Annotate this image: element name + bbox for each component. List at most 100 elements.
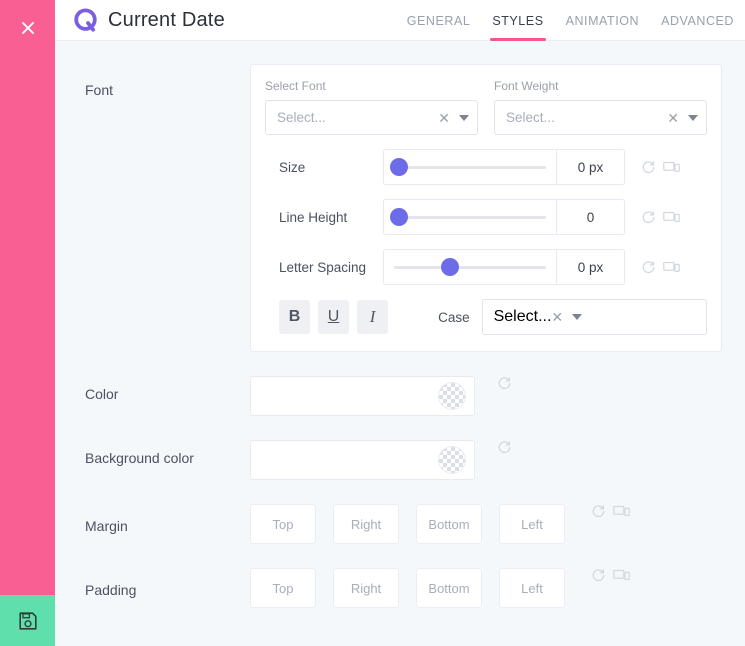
font-row: Font Select Font Select... ✕ Font Weight… bbox=[55, 64, 745, 352]
margin-inputs: Top Right Bottom Left bbox=[250, 504, 565, 544]
line-height-slider[interactable] bbox=[384, 200, 556, 234]
transparent-checker-icon bbox=[439, 383, 465, 409]
case-dropdown[interactable]: Select... ✕ bbox=[481, 299, 708, 335]
device-icon[interactable] bbox=[663, 210, 680, 225]
size-value[interactable]: 0 px bbox=[556, 150, 624, 184]
case-label: Case bbox=[438, 309, 470, 325]
reset-icon[interactable] bbox=[641, 210, 656, 225]
letter-spacing-row-icons bbox=[641, 260, 680, 275]
clear-x-icon[interactable]: ✕ bbox=[551, 310, 563, 324]
transparent-checker-icon bbox=[439, 447, 465, 473]
padding-left-input[interactable]: Left bbox=[499, 568, 565, 608]
padding-top-input[interactable]: Top bbox=[250, 568, 316, 608]
font-weight-field: Font Weight Select... ✕ bbox=[494, 79, 707, 135]
tab-styles[interactable]: STYLES bbox=[481, 0, 554, 41]
slider-thumb[interactable] bbox=[441, 258, 460, 276]
font-card-selects: Select Font Select... ✕ Font Weight Sele… bbox=[265, 79, 707, 135]
size-slider-row: Size 0 px bbox=[265, 149, 707, 185]
select-font-field: Select Font Select... ✕ bbox=[265, 79, 478, 135]
select-font-label: Select Font bbox=[265, 79, 326, 93]
margin-left-input[interactable]: Left bbox=[499, 504, 565, 544]
letter-spacing-slider-box: 0 px bbox=[383, 249, 625, 285]
reset-icon[interactable] bbox=[591, 568, 606, 583]
underline-label: U bbox=[327, 308, 340, 325]
background-color-row: Background color bbox=[55, 440, 745, 480]
italic-button[interactable]: I bbox=[357, 300, 389, 334]
background-color-swatch[interactable] bbox=[250, 440, 475, 480]
tab-bar: GENERAL STYLES ANIMATION ADVANCED bbox=[396, 0, 745, 41]
color-swatch[interactable] bbox=[250, 376, 475, 416]
size-slider-box: 0 px bbox=[383, 149, 625, 185]
device-icon[interactable] bbox=[663, 260, 680, 275]
padding-bottom-input[interactable]: Bottom bbox=[416, 568, 482, 608]
chevron-down-icon[interactable] bbox=[572, 314, 583, 320]
padding-row-label: Padding bbox=[85, 582, 137, 598]
letter-spacing-value[interactable]: 0 px bbox=[556, 250, 624, 284]
margin-row-icons bbox=[591, 504, 630, 519]
letter-spacing-label: Letter Spacing bbox=[279, 259, 367, 275]
save-floppy-icon bbox=[18, 611, 37, 630]
margin-row: Margin Top Right Bottom Left bbox=[55, 504, 745, 544]
clear-x-icon[interactable]: ✕ bbox=[667, 111, 679, 125]
slider-thumb[interactable] bbox=[389, 158, 408, 176]
line-height-slider-box: 0 bbox=[383, 199, 625, 235]
device-icon[interactable] bbox=[663, 160, 680, 175]
line-height-label: Line Height bbox=[279, 209, 348, 225]
reset-icon[interactable] bbox=[497, 440, 512, 455]
reset-icon[interactable] bbox=[591, 504, 606, 519]
padding-row-icons bbox=[591, 568, 630, 583]
panel-body: Current Date GENERAL STYLES ANIMATION AD… bbox=[55, 0, 745, 646]
widget-settings-panel: Current Date GENERAL STYLES ANIMATION AD… bbox=[0, 0, 745, 646]
background-color-row-label: Background color bbox=[85, 450, 194, 466]
bold-label: B bbox=[288, 308, 301, 325]
color-row-label: Color bbox=[85, 386, 119, 402]
margin-top-input[interactable]: Top bbox=[250, 504, 316, 544]
text-style-row: B U I Case Select... ✕ bbox=[265, 299, 708, 335]
close-icon[interactable] bbox=[0, 10, 55, 46]
color-row: Color bbox=[55, 376, 745, 416]
margin-bottom-input[interactable]: Bottom bbox=[416, 504, 482, 544]
underline-button[interactable]: U bbox=[318, 300, 350, 334]
bold-button[interactable]: B bbox=[279, 300, 311, 334]
background-color-row-icons bbox=[497, 440, 512, 455]
device-icon[interactable] bbox=[613, 504, 630, 519]
select-font-value: Select... bbox=[277, 110, 326, 125]
line-height-value[interactable]: 0 bbox=[556, 200, 624, 234]
clear-x-icon[interactable]: ✕ bbox=[438, 111, 450, 125]
qubely-q-logo bbox=[74, 7, 97, 32]
reset-icon[interactable] bbox=[641, 260, 656, 275]
brand: Current Date bbox=[55, 7, 225, 34]
size-row-icons bbox=[641, 160, 680, 175]
size-slider[interactable] bbox=[384, 150, 556, 184]
margin-right-input[interactable]: Right bbox=[333, 504, 399, 544]
tab-general[interactable]: GENERAL bbox=[396, 0, 482, 41]
padding-right-input[interactable]: Right bbox=[333, 568, 399, 608]
panel-header: Current Date GENERAL STYLES ANIMATION AD… bbox=[55, 0, 745, 41]
left-rail bbox=[0, 0, 55, 646]
tab-animation[interactable]: ANIMATION bbox=[555, 0, 650, 41]
slider-track bbox=[389, 208, 546, 226]
margin-row-label: Margin bbox=[85, 518, 128, 534]
line-height-slider-row: Line Height 0 bbox=[265, 199, 707, 235]
font-weight-dropdown[interactable]: Select... ✕ bbox=[494, 100, 707, 135]
color-row-icons bbox=[497, 376, 512, 391]
page-title: Current Date bbox=[108, 8, 225, 31]
save-button[interactable] bbox=[0, 595, 55, 646]
chevron-down-icon[interactable] bbox=[459, 114, 469, 121]
settings-content: Font Select Font Select... ✕ Font Weight… bbox=[55, 41, 745, 646]
font-card: Select Font Select... ✕ Font Weight Sele… bbox=[250, 64, 722, 352]
tab-advanced[interactable]: ADVANCED bbox=[650, 0, 745, 41]
slider-track bbox=[389, 158, 546, 176]
slider-track bbox=[394, 258, 546, 276]
device-icon[interactable] bbox=[613, 568, 630, 583]
font-weight-value: Select... bbox=[506, 110, 555, 125]
reset-icon[interactable] bbox=[641, 160, 656, 175]
letter-spacing-slider[interactable] bbox=[384, 250, 556, 284]
slider-thumb[interactable] bbox=[389, 208, 408, 226]
chevron-down-icon[interactable] bbox=[688, 114, 698, 121]
size-label: Size bbox=[279, 159, 306, 175]
line-height-row-icons bbox=[641, 210, 680, 225]
reset-icon[interactable] bbox=[497, 376, 512, 391]
select-font-dropdown[interactable]: Select... ✕ bbox=[265, 100, 478, 135]
font-weight-label: Font Weight bbox=[494, 79, 559, 93]
